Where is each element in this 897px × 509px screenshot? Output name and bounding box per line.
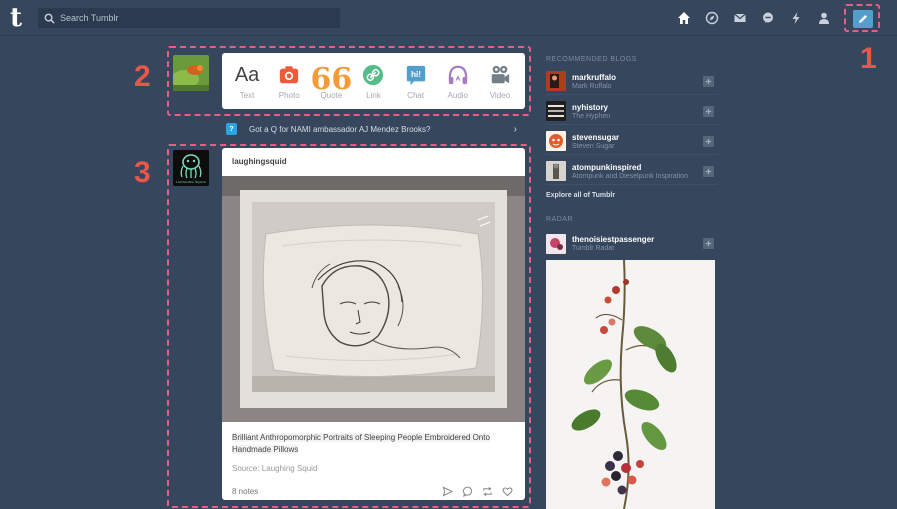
plus-icon [705,138,712,144]
info-icon: ? [226,123,237,135]
plus-icon [705,168,712,174]
post-author-avatar[interactable]: LAUGHING SQUID [173,150,209,186]
post-type-label: Video [489,90,511,100]
post-actions [435,484,515,498]
recommended-blog-item[interactable]: nyhistory The Hyphen [546,98,718,125]
explore-all-link[interactable]: Explore all of Tumblr [546,192,615,199]
blog-title: Atompunk and Dieselpunk Inspiration [572,172,688,180]
blog-name: thenoisiestpassenger [572,235,655,244]
video-camera-icon [488,63,512,87]
plus-icon [705,240,712,247]
messaging-icon[interactable] [756,6,780,30]
follow-button[interactable] [703,165,714,177]
annotation-number-3: 3 [134,156,151,189]
svg-text:hi!: hi! [411,69,421,78]
tumblr-logo[interactable]: t [10,4,22,32]
post-composer: Aa Text Photo 66 Quote Link hi! Chat Aud… [222,53,525,109]
blog-avatar [546,233,566,254]
post-type-text[interactable]: Aa Text [227,63,267,100]
follow-button[interactable] [703,238,714,249]
chat-icon: hi! [404,63,428,87]
annotation-number-1: 1 [860,42,877,75]
blog-avatar [546,71,566,91]
blog-title: Steven Sugar [572,142,615,150]
explore-icon[interactable] [700,6,724,30]
recommended-blog-item[interactable]: stevensugar Steven Sugar [546,128,718,155]
annotation-number-2: 2 [134,60,151,93]
blog-avatar [546,161,566,181]
compose-button[interactable] [853,10,873,28]
search-icon [44,13,55,24]
activity-icon[interactable] [784,6,808,30]
blog-name: nyhistory [572,102,609,112]
like-button[interactable] [499,484,515,498]
account-icon[interactable] [812,6,836,30]
post-type-label: Quote [320,90,343,100]
post-type-label: Link [366,90,381,100]
sponsored-notice[interactable]: ? Got a Q for NAMI ambassador AJ Mendez … [222,120,525,138]
reblog-button[interactable] [479,484,495,498]
nav-icons [672,6,840,30]
follow-button[interactable] [703,105,714,117]
post-type-link[interactable]: Link [353,63,393,100]
inbox-icon[interactable] [728,6,752,30]
post-card: laughingsquid Brilliant Anthropomorphic … [222,148,525,500]
blog-title: The Hyphen [572,112,611,120]
heart-icon [502,486,512,496]
post-type-label: Text [239,90,255,100]
radar-blog-item[interactable]: thenoisiestpassenger Tumblr Radar [546,230,718,257]
search-input[interactable] [60,13,330,23]
top-bar: t [0,0,897,36]
search-box[interactable] [38,8,340,28]
post-source[interactable]: Source: Laughing Squid [232,464,317,473]
headphones-icon [446,63,470,87]
radar-post-image[interactable] [546,259,715,509]
post-type-chat[interactable]: hi! Chat [396,63,436,100]
post-type-label: Photo [278,90,300,100]
blog-name: stevensugar [572,132,620,142]
post-blog-name[interactable]: laughingsquid [222,148,525,174]
comment-icon [462,486,472,497]
share-button[interactable] [439,484,455,498]
reblog-icon [482,486,492,496]
text-icon: Aa [234,63,260,86]
reply-button[interactable] [459,484,475,498]
post-caption-text[interactable]: Brilliant Anthropomorphic Portraits of S… [232,433,490,454]
share-icon [442,485,453,497]
blog-title: Tumblr Radar [572,245,615,252]
pencil-icon [859,15,867,23]
blog-avatar [546,101,566,121]
blog-name: atompunkinspired [572,162,642,172]
camera-icon [277,63,301,87]
post-type-photo[interactable]: Photo [269,63,309,100]
home-icon[interactable] [672,6,696,30]
post-type-label: Audio [447,90,468,100]
follow-button[interactable] [703,135,714,147]
post-type-audio[interactable]: Audio [438,63,478,100]
recommended-blog-item[interactable]: markruffalo Mark Ruffalo [546,68,718,95]
post-type-label: Chat [407,90,425,100]
plus-icon [705,78,712,84]
post-type-video[interactable]: Video [480,63,520,100]
follow-button[interactable] [703,75,714,87]
post-footer: 8 notes [232,484,515,498]
plus-icon [705,108,712,114]
radar-heading: RADAR [546,216,574,223]
post-author-avatar-label: LAUGHING SQUID [175,180,207,184]
user-avatar[interactable] [173,55,209,91]
link-icon [361,63,385,87]
recommended-blogs-heading: RECOMMENDED BLOGS [546,56,637,63]
post-notes-count[interactable]: 8 notes [232,487,258,496]
quote-icon: 66 [310,61,353,97]
blog-name: markruffalo [572,72,617,82]
recommended-blog-item[interactable]: atompunkinspired Atompunk and Dieselpunk … [546,158,718,185]
chevron-right-icon: › [513,123,517,135]
notice-text: Got a Q for NAMI ambassador AJ Mendez Br… [249,124,431,134]
blog-title: Mark Ruffalo [572,82,612,90]
post-type-quote[interactable]: 66 Quote [310,61,353,100]
blog-avatar [546,131,566,151]
post-photo[interactable] [222,176,525,422]
post-caption[interactable]: Brilliant Anthropomorphic Portraits of S… [232,432,502,456]
